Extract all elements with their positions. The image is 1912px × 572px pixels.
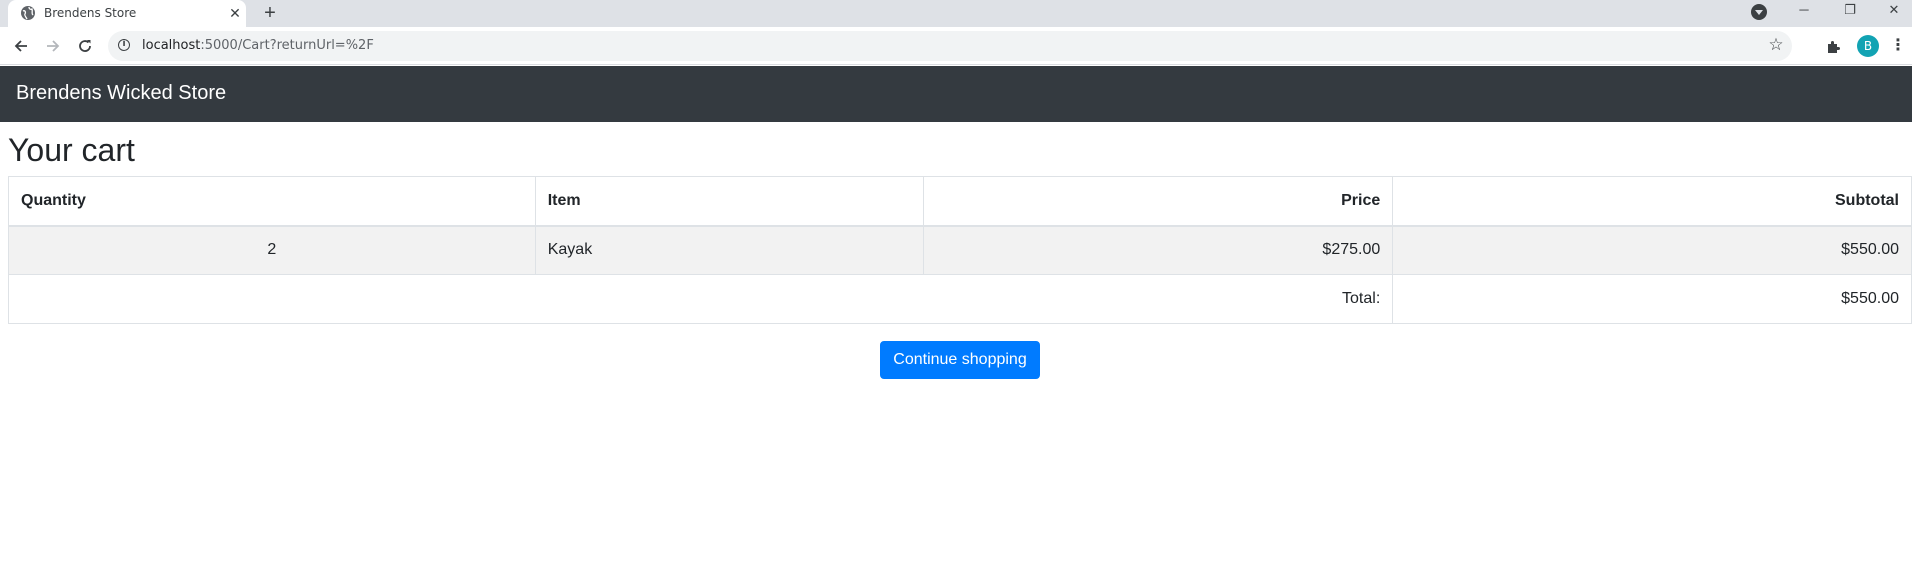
address-bar[interactable]: i localhost:5000/Cart?returnUrl=%2F ☆ bbox=[108, 31, 1792, 61]
tab-search-icon[interactable] bbox=[1751, 4, 1767, 20]
table-header-row: Quantity Item Price Subtotal bbox=[8, 176, 1912, 227]
globe-icon bbox=[21, 6, 35, 20]
page-title: Your cart bbox=[8, 132, 135, 168]
back-arrow-icon[interactable] bbox=[9, 34, 33, 58]
new-tab-button[interactable]: + bbox=[258, 2, 282, 26]
site-navbar: Brendens Wicked Store bbox=[0, 66, 1912, 122]
navbar-brand[interactable]: Brendens Wicked Store bbox=[16, 82, 226, 105]
restore-button[interactable]: ❐ bbox=[1828, 0, 1872, 22]
url-host: localhost bbox=[142, 38, 201, 53]
browser-tabstrip: Brendens Store ✕ + ─ ❐ ✕ bbox=[0, 0, 1912, 27]
header-item: Item bbox=[534, 176, 924, 227]
header-subtotal: Subtotal bbox=[1392, 176, 1912, 227]
avatar[interactable]: B bbox=[1857, 35, 1879, 57]
minimize-button[interactable]: ─ bbox=[1782, 0, 1826, 22]
reload-icon[interactable] bbox=[73, 34, 97, 58]
url-path: :5000/Cart?returnUrl=%2F bbox=[200, 38, 374, 53]
cell-item: Kayak bbox=[534, 225, 924, 275]
window-close-button[interactable]: ✕ bbox=[1872, 0, 1912, 22]
cell-price: $275.00 bbox=[922, 225, 1394, 275]
kebab-menu-icon[interactable]: ⋮ bbox=[1890, 35, 1906, 57]
puzzle-icon[interactable] bbox=[1823, 37, 1843, 57]
header-quantity: Quantity bbox=[8, 176, 536, 227]
tab-title: Brendens Store bbox=[44, 6, 137, 20]
browser-tab[interactable]: Brendens Store ✕ bbox=[8, 0, 246, 27]
table-row: 2 Kayak $275.00 $550.00 bbox=[8, 225, 1912, 275]
header-price: Price bbox=[922, 176, 1394, 227]
info-icon[interactable]: i bbox=[118, 39, 130, 51]
close-icon[interactable]: ✕ bbox=[226, 4, 244, 22]
cell-quantity: 2 bbox=[8, 225, 536, 275]
continue-shopping-button[interactable]: Continue shopping bbox=[880, 341, 1040, 379]
cell-subtotal: $550.00 bbox=[1392, 225, 1912, 275]
browser-toolbar: i localhost:5000/Cart?returnUrl=%2F ☆ B … bbox=[0, 27, 1912, 65]
url-text[interactable]: localhost:5000/Cart?returnUrl=%2F bbox=[142, 38, 374, 53]
star-icon[interactable]: ☆ bbox=[1766, 35, 1786, 55]
total-value: $550.00 bbox=[1392, 274, 1912, 324]
cart-table: Quantity Item Price Subtotal 2 Kayak $27… bbox=[7, 176, 1912, 324]
total-label: Total: bbox=[7, 274, 1394, 324]
forward-arrow-icon[interactable] bbox=[41, 34, 65, 58]
total-row: Total: $550.00 bbox=[7, 274, 1912, 324]
